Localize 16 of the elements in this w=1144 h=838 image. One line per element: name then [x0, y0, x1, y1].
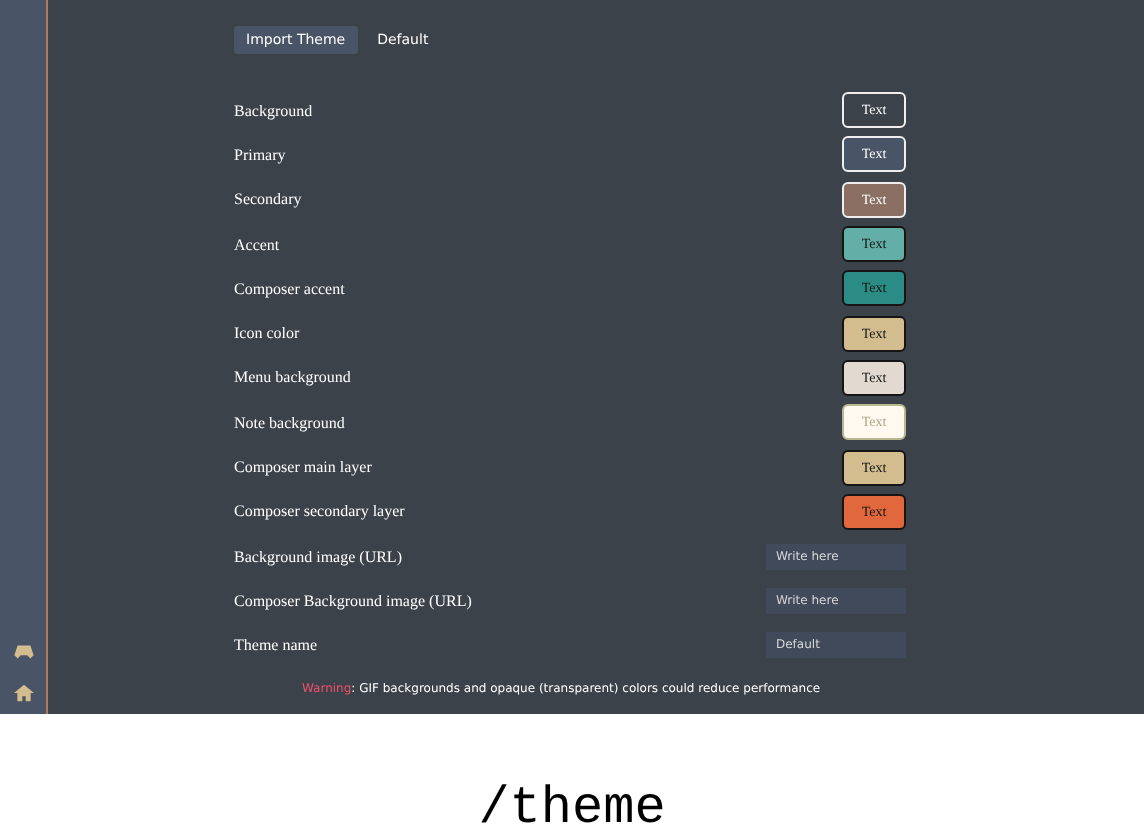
setting-label: Composer accent — [234, 279, 345, 298]
setting-label: Secondary — [234, 190, 302, 209]
setting-label: Primary — [234, 145, 286, 164]
home-icon[interactable] — [13, 684, 33, 702]
setting-label: Background — [234, 101, 313, 120]
setting-label: Menu background — [234, 368, 351, 387]
setting-label: Composer secondary layer — [234, 502, 405, 521]
setting-label: Composer Background image (URL) — [234, 591, 472, 610]
setting-label: Composer main layer — [234, 458, 372, 477]
setting-label: Note background — [234, 413, 345, 432]
setting-label: Icon color — [234, 324, 300, 343]
setting-label: Theme name — [234, 636, 318, 655]
setting-label: Accent — [234, 235, 280, 254]
gamepad-icon[interactable] — [13, 644, 33, 660]
setting-label: Background image (URL) — [234, 547, 402, 566]
caption: /theme — [476, 778, 668, 838]
